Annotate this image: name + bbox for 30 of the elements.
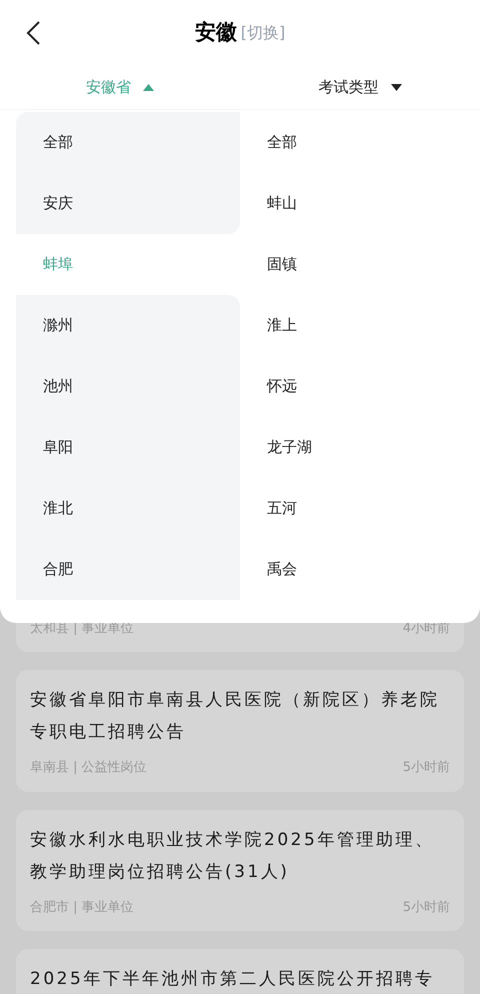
- district-option[interactable]: 全部: [240, 112, 480, 173]
- job-meta: 合肥市 | 事业单位: [30, 898, 134, 916]
- page-title: 安徽: [194, 18, 237, 46]
- city-option[interactable]: 淮北: [16, 478, 240, 539]
- city-option[interactable]: 阜阳: [16, 417, 240, 478]
- job-card[interactable]: 2025年下半年池州市第二人民医院公开招聘专: [16, 949, 464, 994]
- district-option[interactable]: 淮上: [240, 295, 480, 356]
- filter-tab[interactable]: 考试类型: [240, 65, 480, 109]
- job-card[interactable]: 安徽水利水电职业技术学院2025年管理助理、教学助理岗位招聘公告(31人) 合肥市 | 事业单位 5小时前: [16, 810, 464, 931]
- city-option[interactable]: 安庆: [16, 173, 240, 234]
- city-option[interactable]: 全部: [16, 112, 240, 173]
- city-option[interactable]: 合肥: [16, 539, 240, 600]
- city-option[interactable]: 滁州: [16, 295, 240, 356]
- job-title: 2025年下半年池州市第二人民医院公开招聘专: [30, 968, 436, 991]
- caret-up-icon: [143, 84, 154, 90]
- city-option[interactable]: 池州: [16, 356, 240, 417]
- job-meta: 阜南县 | 公益性岗位: [30, 759, 147, 777]
- caret-down-icon: [390, 84, 402, 90]
- district-option[interactable]: 龙子湖: [240, 417, 480, 478]
- district-option[interactable]: 五河: [240, 478, 480, 539]
- post-time: 5小时前: [402, 759, 450, 777]
- district-option[interactable]: 蚌山: [240, 173, 480, 234]
- job-title: 安徽水利水电职业技术学院2025年管理助理、教学助理岗位招聘公告(31人): [30, 828, 436, 884]
- district-option[interactable]: 固镇: [240, 234, 480, 295]
- back-icon[interactable]: [24, 20, 42, 46]
- district-option[interactable]: 禹会: [240, 539, 480, 600]
- job-card[interactable]: 安徽省阜阳市阜南县人民医院（新院区）养老院专职电工招聘公告 阜南县 | 公益性岗位 5小时前: [16, 670, 464, 792]
- post-time: 5小时前: [402, 898, 450, 916]
- district-option[interactable]: 怀远: [240, 356, 480, 417]
- job-title: 安徽省阜阳市阜南县人民医院（新院区）养老院专职电工招聘公告: [30, 689, 440, 744]
